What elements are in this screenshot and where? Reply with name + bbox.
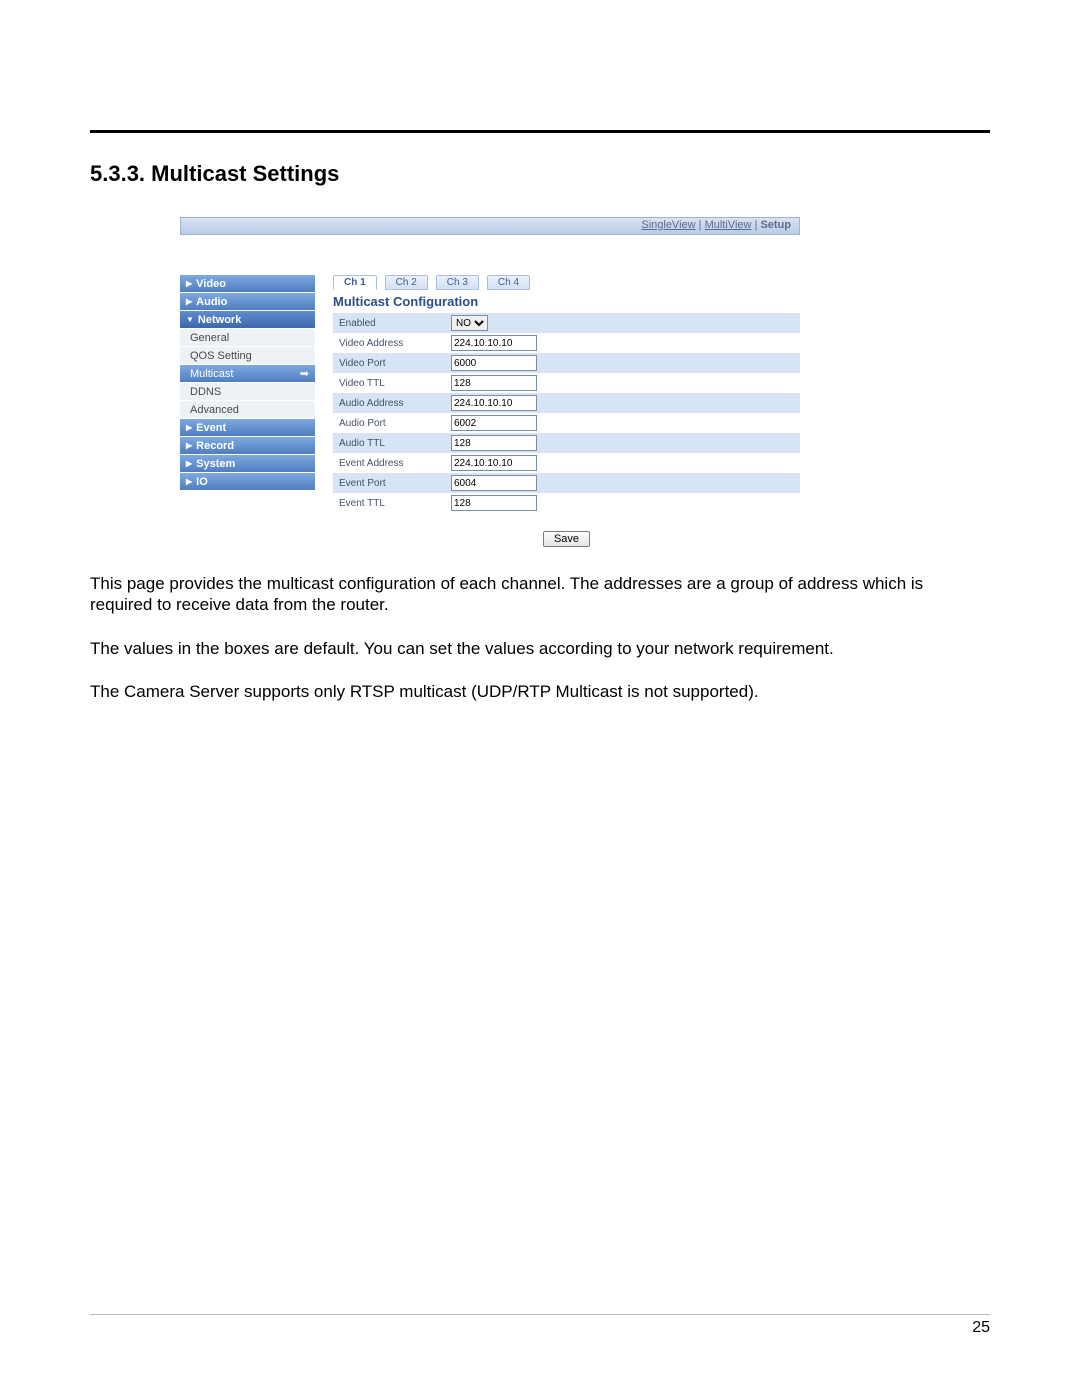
sidebar-label: Audio bbox=[196, 296, 227, 308]
tab-ch2[interactable]: Ch 2 bbox=[385, 275, 428, 290]
sidebar-label: QOS Setting bbox=[190, 350, 252, 362]
arrow-right-icon: ➡ bbox=[300, 367, 309, 380]
content-panel: Ch 1 Ch 2 Ch 3 Ch 4 Multicast Configurat… bbox=[333, 275, 800, 547]
multicast-form: Enabled NO Video Address Video Port Vide… bbox=[333, 313, 800, 513]
sidebar-item-multicast[interactable]: Multicast ➡ bbox=[180, 365, 315, 383]
sidebar-label: General bbox=[190, 332, 229, 344]
event-ttl-input[interactable] bbox=[451, 495, 537, 511]
sidebar-item-video[interactable]: ▶ Video bbox=[180, 275, 315, 293]
page-number: 25 bbox=[972, 1319, 990, 1336]
sidebar-item-io[interactable]: ▶ IO bbox=[180, 473, 315, 491]
sidebar-label: IO bbox=[196, 476, 208, 488]
label-video-address: Video Address bbox=[333, 333, 445, 353]
body-text: This page provides the multicast configu… bbox=[90, 573, 990, 702]
sidebar-item-system[interactable]: ▶ System bbox=[180, 455, 315, 473]
triangle-right-icon: ▶ bbox=[186, 297, 192, 306]
nav-multiview[interactable]: MultiView bbox=[705, 219, 752, 231]
label-event-port: Event Port bbox=[333, 473, 445, 493]
event-address-input[interactable] bbox=[451, 455, 537, 471]
triangle-right-icon: ▶ bbox=[186, 459, 192, 468]
sidebar-label: Multicast bbox=[190, 368, 233, 380]
paragraph-3: The Camera Server supports only RTSP mul… bbox=[90, 681, 990, 702]
paragraph-2: The values in the boxes are default. You… bbox=[90, 638, 990, 659]
sidebar-label: Advanced bbox=[190, 404, 239, 416]
video-address-input[interactable] bbox=[451, 335, 537, 351]
sidebar-item-record[interactable]: ▶ Record bbox=[180, 437, 315, 455]
triangle-right-icon: ▶ bbox=[186, 423, 192, 432]
panel-title: Multicast Configuration bbox=[333, 294, 800, 309]
audio-address-input[interactable] bbox=[451, 395, 537, 411]
top-rule bbox=[90, 130, 990, 133]
label-event-address: Event Address bbox=[333, 453, 445, 473]
sidebar-item-qos[interactable]: QOS Setting bbox=[180, 347, 315, 365]
video-ttl-input[interactable] bbox=[451, 375, 537, 391]
sidebar-label: Network bbox=[198, 314, 241, 326]
nav-setup[interactable]: Setup bbox=[760, 219, 791, 231]
tab-ch3[interactable]: Ch 3 bbox=[436, 275, 479, 290]
tab-ch1[interactable]: Ch 1 bbox=[333, 275, 377, 290]
sidebar-label: Event bbox=[196, 422, 226, 434]
top-nav: SingleView | MultiView | Setup bbox=[180, 217, 800, 235]
sidebar-item-ddns[interactable]: DDNS bbox=[180, 383, 315, 401]
video-port-input[interactable] bbox=[451, 355, 537, 371]
triangle-down-icon: ▼ bbox=[186, 315, 194, 324]
section-title: 5.3.3. Multicast Settings bbox=[90, 161, 990, 187]
sidebar-item-network[interactable]: ▼ Network bbox=[180, 311, 315, 329]
sidebar-label: System bbox=[196, 458, 235, 470]
label-audio-ttl: Audio TTL bbox=[333, 433, 445, 453]
triangle-right-icon: ▶ bbox=[186, 279, 192, 288]
label-video-ttl: Video TTL bbox=[333, 373, 445, 393]
sidebar-label: DDNS bbox=[190, 386, 221, 398]
sidebar-item-audio[interactable]: ▶ Audio bbox=[180, 293, 315, 311]
audio-ttl-input[interactable] bbox=[451, 435, 537, 451]
triangle-right-icon: ▶ bbox=[186, 477, 192, 486]
tab-ch4[interactable]: Ch 4 bbox=[487, 275, 530, 290]
sidebar-item-general[interactable]: General bbox=[180, 329, 315, 347]
sidebar-label: Record bbox=[196, 440, 234, 452]
label-event-ttl: Event TTL bbox=[333, 493, 445, 513]
sidebar-item-event[interactable]: ▶ Event bbox=[180, 419, 315, 437]
triangle-right-icon: ▶ bbox=[186, 441, 192, 450]
sidebar-label: Video bbox=[196, 278, 226, 290]
page-footer: 25 bbox=[90, 1314, 990, 1337]
sidebar-item-advanced[interactable]: Advanced bbox=[180, 401, 315, 419]
paragraph-1: This page provides the multicast configu… bbox=[90, 573, 990, 616]
sidebar: ▶ Video ▶ Audio ▼ Network General QOS Setti… bbox=[180, 275, 315, 491]
label-audio-address: Audio Address bbox=[333, 393, 445, 413]
event-port-input[interactable] bbox=[451, 475, 537, 491]
channel-tabs: Ch 1 Ch 2 Ch 3 Ch 4 bbox=[333, 275, 800, 290]
save-button[interactable]: Save bbox=[543, 531, 590, 547]
label-audio-port: Audio Port bbox=[333, 413, 445, 433]
audio-port-input[interactable] bbox=[451, 415, 537, 431]
enabled-select[interactable]: NO bbox=[451, 315, 488, 331]
label-enabled: Enabled bbox=[333, 313, 445, 333]
label-video-port: Video Port bbox=[333, 353, 445, 373]
nav-singleview[interactable]: SingleView bbox=[641, 219, 695, 231]
app-screenshot: SingleView | MultiView | Setup ▶ Video ▶ A… bbox=[180, 217, 800, 547]
